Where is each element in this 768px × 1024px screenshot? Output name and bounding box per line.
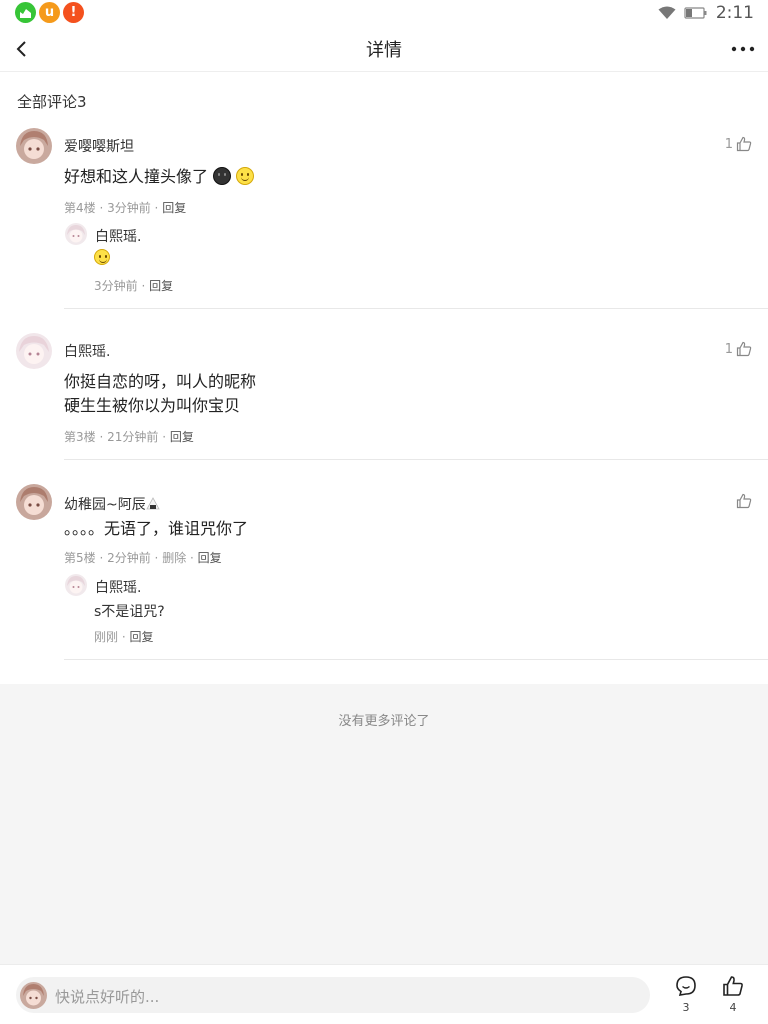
comment-time: 2分钟前: [107, 551, 151, 565]
reply-author[interactable]: 白熙瑶.: [95, 577, 141, 597]
like-button[interactable]: 1: [725, 341, 752, 357]
comments-button[interactable]: 3: [671, 975, 701, 1014]
black-face-emoji-icon: [213, 167, 232, 185]
wifi-icon: [658, 6, 676, 19]
thumb-up-icon: [723, 976, 743, 996]
post-like-button[interactable]: 4: [718, 975, 748, 1014]
comment-meta: 第4楼 · 3分钟前 · 回复: [64, 201, 187, 215]
divider: [64, 659, 768, 660]
like-count: 4: [729, 1001, 737, 1014]
comment-author-name: 幼稚园~阿辰: [64, 497, 146, 513]
avatar[interactable]: [16, 484, 52, 520]
floor-label: 第5楼: [64, 551, 96, 565]
battery-icon: [684, 7, 707, 19]
reply-text: [94, 249, 110, 266]
reply-time: 刚刚: [94, 630, 119, 644]
navigation-bar: 详情: [0, 26, 768, 72]
thumb-up-icon: [736, 136, 752, 152]
like-button[interactable]: 1: [725, 136, 752, 152]
reply-link[interactable]: 回复: [149, 279, 173, 293]
more-options-button[interactable]: [730, 38, 756, 60]
thumb-up-icon: [736, 493, 752, 509]
like-button[interactable]: [733, 493, 752, 509]
divider: [64, 308, 768, 309]
reply-time: 3分钟前: [94, 279, 138, 293]
comment-author[interactable]: 爱嘤嘤斯坦: [64, 136, 134, 156]
reply-avatar[interactable]: [65, 223, 87, 245]
comments-count-title: 全部评论3: [17, 93, 87, 111]
comment-text-line: 硬生生被你以为叫你宝贝: [64, 396, 241, 415]
alert-app-icon: !: [63, 2, 84, 23]
reply-meta: 3分钟前 · 回复: [94, 279, 174, 293]
reply-link[interactable]: 回复: [129, 630, 153, 644]
avatar[interactable]: [16, 128, 52, 164]
my-avatar: [20, 982, 47, 1009]
smile-emoji-icon: [94, 249, 110, 265]
page-title: 详情: [366, 40, 402, 61]
no-more-comments-label: 没有更多评论了: [338, 714, 430, 729]
reply-avatar[interactable]: [65, 574, 87, 596]
comment-author[interactable]: 白熙瑶.: [64, 341, 110, 361]
floor-label: 第3楼: [64, 430, 96, 444]
comment-time: 3分钟前: [107, 201, 151, 215]
like-count: 1: [724, 136, 733, 152]
rice-ball-emoji-icon: [146, 497, 160, 511]
notification-icons: u !: [15, 2, 84, 23]
comment-text-content: 好想和这人撞头像了: [64, 167, 209, 186]
comment-meta: 第3楼 · 21分钟前 · 回复: [64, 430, 194, 444]
smile-emoji-icon: [236, 167, 255, 185]
comment-time: 21分钟前: [107, 430, 159, 444]
like-count: 1: [724, 341, 733, 357]
status-bar: u ! 2:11: [0, 0, 768, 26]
reply-meta: 刚刚 · 回复: [94, 630, 154, 644]
comment-item: 白熙瑶. 1 你挺自恋的呀，叫人的昵称 硬生生被你以为叫你宝贝 第3楼 · 21…: [0, 331, 768, 461]
comment-text: 好想和这人撞头像了: [64, 165, 255, 189]
comment-text: 你挺自恋的呀，叫人的昵称 硬生生被你以为叫你宝贝: [64, 370, 256, 418]
comments-end-area: 没有更多评论了: [0, 684, 768, 964]
more-dots-icon: [731, 46, 755, 52]
delete-link[interactable]: 删除: [162, 551, 186, 565]
comment-input-placeholder: 快说点好听的...: [55, 988, 160, 1006]
thumb-up-icon: [736, 341, 752, 357]
reply-link[interactable]: 回复: [170, 430, 194, 444]
comment-text: 。。。。无语了，谁诅咒你了: [64, 519, 249, 538]
reply-link[interactable]: 回复: [198, 551, 222, 565]
comment-author[interactable]: 幼稚园~阿辰: [64, 494, 160, 514]
comment-meta: 第5楼 · 2分钟前 · 删除 · 回复: [64, 551, 222, 565]
divider: [64, 459, 768, 460]
comment-item: 幼稚园~阿辰 。。。。无语了，谁诅咒你了 第5楼 · 2分钟前 · 删除 · 回…: [0, 482, 768, 662]
comment-count: 3: [682, 1001, 690, 1014]
reply-link[interactable]: 回复: [162, 201, 186, 215]
comment-input[interactable]: 快说点好听的...: [16, 977, 650, 1013]
bottom-input-bar: 快说点好听的... 3 4: [0, 964, 768, 1024]
comment-bubble-icon: [676, 976, 696, 996]
uc-browser-icon: u: [39, 2, 60, 23]
reply-author[interactable]: 白熙瑶.: [95, 226, 141, 246]
reply-text: s不是诅咒?: [94, 604, 165, 620]
floor-label: 第4楼: [64, 201, 96, 215]
comment-text-line: 你挺自恋的呀，叫人的昵称: [64, 372, 257, 391]
clock: 2:11: [715, 3, 754, 23]
avatar[interactable]: [16, 333, 52, 369]
comment-item: 爱嘤嘤斯坦 1 好想和这人撞头像了 第4楼 · 3分钟前 · 回复 白熙瑶. 3…: [0, 126, 768, 310]
green-app-icon: [15, 2, 36, 23]
